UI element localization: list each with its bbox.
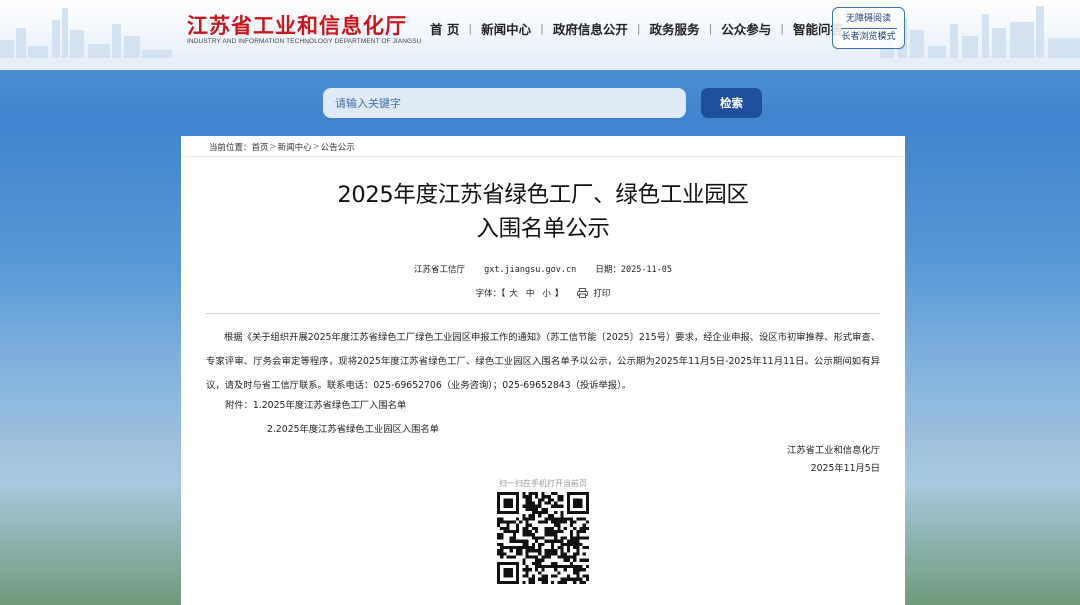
font-size-large[interactable]: 大 [509, 287, 518, 299]
nav-item-news[interactable]: 新闻中心 [481, 19, 531, 38]
nav-separator: | [468, 22, 473, 35]
elder-mode-link[interactable]: 长者浏览模式 [841, 29, 895, 46]
nav-item-gov-info[interactable]: 政府信息公开 [553, 19, 628, 38]
signature-org: 江苏省工业和信息化厅 [787, 445, 880, 456]
article-date: 日期：2025-11-05 [595, 265, 673, 275]
search-button[interactable]: 检索 [701, 88, 762, 118]
nav-item-home[interactable]: 首 页 [430, 19, 459, 38]
font-size-close: 】 [554, 289, 564, 299]
attachment-link-2[interactable]: 2.2025年度江苏省绿色工业园区入围名单 [267, 418, 439, 442]
signature-date: 2025年11月5日 [810, 463, 880, 474]
font-size-small[interactable]: 小 [542, 287, 551, 299]
breadcrumb-news[interactable]: 新闻中心 [278, 141, 312, 153]
breadcrumb-prefix: 当前位置： [209, 143, 252, 153]
font-size-label: 字体：【 [475, 289, 506, 299]
printer-icon [577, 288, 589, 298]
nav-separator: | [708, 22, 713, 35]
breadcrumb-rule [181, 156, 905, 157]
accessible-reading-link[interactable]: 无障碍阅读 [846, 11, 891, 28]
breadcrumb-separator: > [269, 142, 277, 152]
reading-mode-box: 无障碍阅读 长者浏览模式 [832, 7, 905, 49]
article-title-line-1: 2025年度江苏省绿色工厂、绿色工业园区 [337, 182, 749, 208]
article-source: 江苏省工信厅 [413, 265, 465, 275]
nav-item-services[interactable]: 政务服务 [650, 19, 700, 38]
nav-separator: | [780, 22, 785, 35]
breadcrumb-home[interactable]: 首页 [252, 141, 269, 153]
article-title: 2025年度江苏省绿色工厂、绿色工业园区 入围名单公示 [181, 178, 905, 246]
article-site: gxt.jiangsu.gov.cn [484, 265, 577, 275]
print-button[interactable]: 打印 [577, 287, 610, 299]
site-logo-subtitle: INDUSTRY AND INFORMATION TECHNOLOGY DEPA… [187, 38, 422, 45]
nav-item-participation[interactable]: 公众参与 [721, 19, 771, 38]
content-divider [206, 313, 880, 314]
article-panel: 当前位置： 首页 > 新闻中心 > 公告公示 2025年度江苏省绿色工厂、绿色工… [181, 136, 905, 605]
print-label: 打印 [593, 289, 611, 299]
search-input[interactable] [323, 88, 686, 118]
article-meta: 江苏省工信厅 gxt.jiangsu.gov.cn 日期：2025-11-05 [181, 263, 905, 275]
attachment-link-1[interactable]: 附件：1.2025年度江苏省绿色工厂入围名单 [225, 394, 406, 418]
breadcrumb-separator: > [312, 142, 320, 152]
nav-separator: | [540, 22, 544, 35]
breadcrumb-notices[interactable]: 公告公示 [321, 141, 355, 153]
font-size-bar: 字体：【 大 中 小 】 打印 [181, 287, 905, 299]
main-nav: 首 页 | 新闻中心 | 政府信息公开 | 政务服务 | 公众参与 | 智能问答 [430, 19, 843, 38]
qr-code [497, 492, 589, 584]
site-logo-title[interactable]: 江苏省工业和信息化厅 [187, 10, 407, 40]
breadcrumb: 当前位置： 首页 > 新闻中心 > 公告公示 [209, 141, 355, 153]
qr-code-label: 扫一扫在手机打开当前页 [499, 479, 587, 488]
font-size-medium[interactable]: 中 [526, 287, 535, 299]
nav-separator: | [636, 22, 641, 35]
article-body: 根据《关于组织开展2025年度江苏省绿色工厂绿色工业园区申报工作的通知》（苏工信… [206, 332, 880, 391]
site-header: 江苏省工业和信息化厅 INDUSTRY AND INFORMATION TECH… [0, 0, 1080, 70]
article-title-line-2: 入围名单公示 [476, 216, 610, 242]
